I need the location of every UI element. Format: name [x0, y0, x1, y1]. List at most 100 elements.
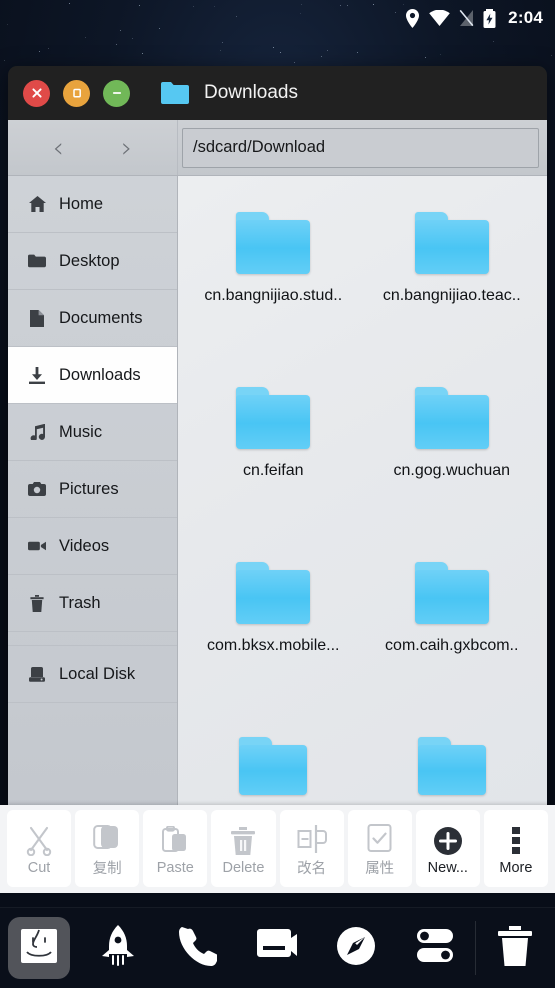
document-icon — [28, 309, 46, 327]
download-icon — [28, 366, 46, 384]
sidebar-item-label: Music — [59, 422, 103, 441]
home-icon — [28, 196, 46, 212]
navigation-buttons: ‹ › — [8, 120, 178, 175]
sidebar-item-downloads[interactable]: Downloads — [8, 347, 177, 404]
window-title: Downloads — [204, 82, 298, 103]
disk-icon — [28, 666, 46, 682]
copy-icon — [93, 819, 121, 853]
file-item[interactable]: cn.bangnijiao.teac.. — [363, 202, 542, 377]
dock-item-messages[interactable] — [237, 908, 316, 988]
settings-icon — [414, 928, 456, 969]
rename-icon — [297, 819, 327, 853]
titlebar-folder-icon — [160, 81, 190, 106]
sidebar-item-label: Pictures — [59, 479, 119, 498]
forward-button[interactable]: › — [109, 133, 145, 162]
wifi-icon — [429, 10, 450, 26]
battery-charging-icon — [483, 8, 496, 28]
dock-item-compass[interactable] — [316, 908, 395, 988]
folder-icon — [236, 387, 311, 449]
toolbar-button-label: 改名 — [297, 861, 327, 877]
window-body: Home Desktop Documents Downloads Music Pictur… — [8, 176, 547, 807]
folder-icon — [236, 562, 311, 624]
launchpad-icon — [98, 924, 138, 972]
toolbar-button-copy: 复制 — [75, 810, 140, 887]
dock-item-phone[interactable] — [157, 908, 236, 988]
dock-item-launchpad[interactable] — [78, 908, 157, 988]
folder-icon — [236, 212, 311, 274]
path-input[interactable]: /sdcard/Download — [182, 127, 539, 168]
plus-circle-icon — [433, 822, 463, 856]
minimize-window-button[interactable] — [103, 79, 130, 107]
file-name-label: cn.bangnijiao.stud.. — [204, 287, 343, 304]
sidebar-item-pictures[interactable]: Pictures — [8, 461, 177, 518]
finder-icon — [19, 926, 59, 971]
path-toolbar: ‹ › /sdcard/Download — [8, 120, 547, 176]
status-bar: 2:04 — [0, 0, 555, 36]
sidebar-item-local-disk[interactable]: Local Disk — [8, 646, 177, 703]
scissors-icon — [25, 822, 53, 856]
folder-icon — [414, 212, 489, 274]
toolbar-button-label: Cut — [27, 859, 51, 876]
dock-item-finder[interactable] — [0, 908, 78, 988]
sidebar-item-label: Desktop — [59, 251, 120, 270]
back-button[interactable]: ‹ — [40, 133, 76, 162]
sidebar-item-videos[interactable]: Videos — [8, 518, 177, 575]
dock — [0, 907, 555, 988]
close-window-button[interactable] — [23, 79, 50, 107]
file-list-area[interactable]: cn.bangnijiao.stud.. cn.bangnijiao.teac..… — [178, 176, 547, 807]
dock-active-highlight — [8, 917, 70, 979]
folder-icon — [414, 387, 489, 449]
sidebar-item-music[interactable]: Music — [8, 404, 177, 461]
messages-icon — [255, 928, 298, 969]
file-name-label: cn.bangnijiao.teac.. — [382, 287, 521, 304]
file-item[interactable]: com.bksx.mobile... — [184, 552, 363, 727]
toolbar-button-label: Paste — [156, 859, 194, 876]
music-icon — [28, 424, 46, 440]
sidebar-item-label: Home — [59, 194, 104, 213]
desktop-icon — [28, 254, 46, 268]
file-name-label: cn.gog.wuchuan — [393, 462, 511, 479]
sidebar-item-label: Trash — [59, 593, 101, 612]
sidebar-item-trash[interactable]: Trash — [8, 575, 177, 632]
window-controls — [23, 79, 130, 107]
file-item[interactable] — [184, 727, 363, 807]
compass-icon — [336, 926, 376, 971]
sidebar-item-documents[interactable]: Documents — [8, 290, 177, 347]
dock-item-settings[interactable] — [395, 908, 474, 988]
file-grid: cn.bangnijiao.stud.. cn.bangnijiao.teac..… — [178, 176, 547, 807]
action-toolbar: Cut 复制 Paste Delete 改名 属性 New... More — [0, 805, 555, 893]
sidebar-divider — [8, 632, 177, 646]
sidebar-item-label: Local Disk — [59, 664, 136, 683]
file-item[interactable]: cn.feifan — [184, 377, 363, 552]
location-pin-icon — [405, 8, 420, 28]
sidebar: Home Desktop Documents Downloads Music Pictur… — [8, 176, 178, 807]
toolbar-button-more-vertical[interactable]: More — [483, 810, 548, 887]
toolbar-button-plus-circle[interactable]: New... — [415, 810, 480, 887]
file-item[interactable]: cn.gog.wuchuan — [363, 377, 542, 552]
sidebar-item-desktop[interactable]: Desktop — [8, 233, 177, 290]
toolbar-button-label: New... — [427, 859, 468, 876]
path-field-wrapper: /sdcard/Download — [178, 120, 547, 175]
toolbar-button-label: Delete — [222, 859, 265, 876]
sidebar-item-label: Documents — [59, 308, 143, 327]
clipboard-icon — [161, 822, 189, 856]
file-item[interactable]: cn.bangnijiao.stud.. — [184, 202, 363, 377]
sidebar-item-home[interactable]: Home — [8, 176, 177, 233]
toolbar-button-label: More — [499, 859, 533, 876]
window-titlebar[interactable]: Downloads — [8, 66, 547, 120]
file-item[interactable] — [363, 727, 542, 807]
trash-icon — [497, 925, 533, 971]
status-clock: 2:04 — [508, 8, 543, 27]
trash-icon — [229, 822, 257, 856]
file-manager-window: Downloads ‹ › /sdcard/Download Home Deskt… — [8, 66, 547, 807]
maximize-window-button[interactable] — [63, 79, 90, 107]
folder-icon — [239, 737, 308, 795]
folder-icon — [414, 562, 489, 624]
toolbar-button-clipboard: Paste — [143, 810, 208, 887]
dock-item-trash[interactable] — [476, 908, 555, 988]
file-name-label: cn.feifan — [243, 462, 304, 479]
toolbar-button-rename: 改名 — [279, 810, 344, 887]
file-item[interactable]: com.caih.gxbcom.. — [363, 552, 542, 727]
file-name-label: com.caih.gxbcom.. — [385, 637, 519, 654]
file-name-label: com.bksx.mobile... — [207, 637, 340, 654]
